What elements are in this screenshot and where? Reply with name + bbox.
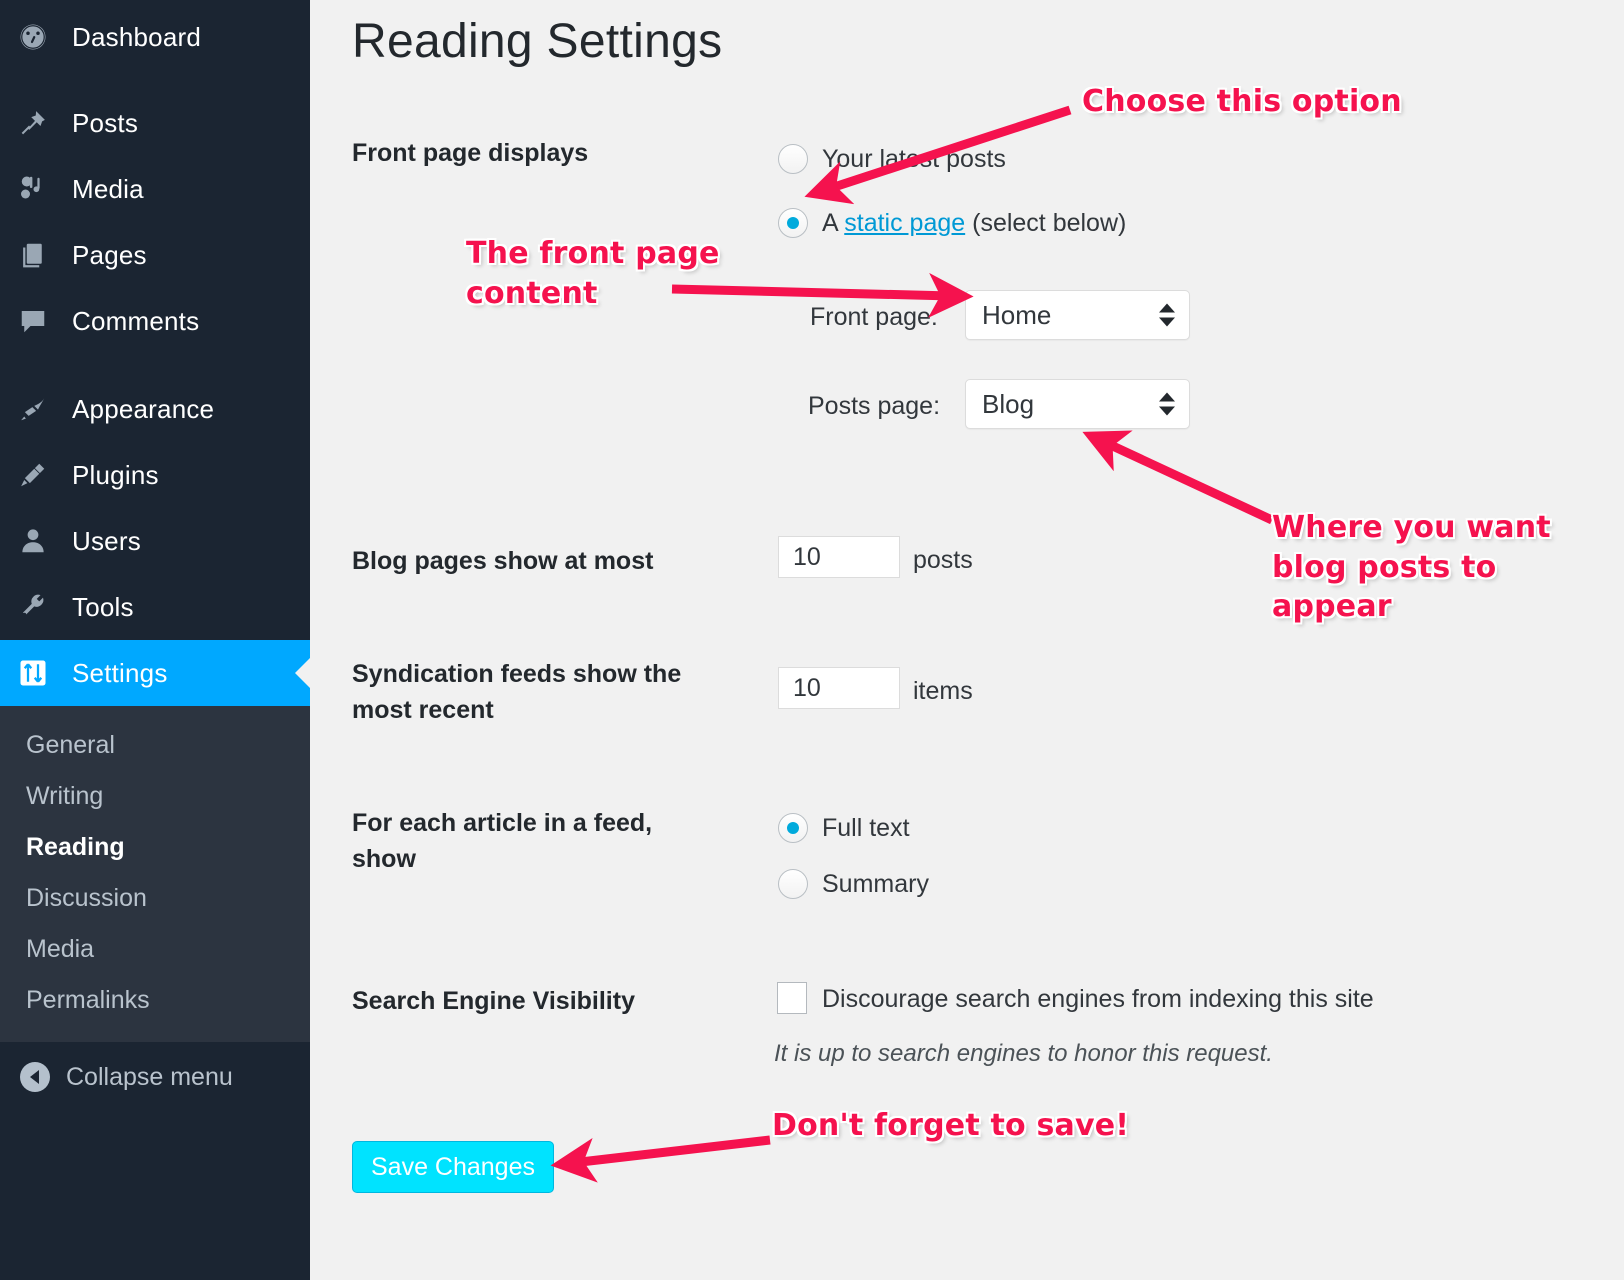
sidebar-item-label: Appearance <box>72 393 215 424</box>
front-page-select-value: Home <box>982 299 1052 330</box>
sidebar-item-media[interactable]: Media <box>0 156 310 222</box>
sidebar-item-tools[interactable]: Tools <box>0 574 310 640</box>
sidebar-item-pages[interactable]: Pages <box>0 222 310 288</box>
annotation-line: blog posts to <box>1272 549 1497 585</box>
blog-pages-unit: posts <box>913 546 973 574</box>
sidebar-item-label: Comments <box>72 305 200 336</box>
save-changes-label: Save Changes <box>370 1152 535 1181</box>
dashboard-icon <box>18 22 62 52</box>
search-engine-visibility-hint: It is up to search engines to honor this… <box>774 1040 1273 1067</box>
sidebar-item-label: Tools <box>72 591 134 622</box>
annotation-line: The front page <box>466 236 720 271</box>
submenu-item-reading[interactable]: Reading <box>0 822 310 873</box>
sidebar-item-appearance[interactable]: Appearance <box>0 376 310 442</box>
radio-full-text[interactable] <box>778 813 808 843</box>
sidebar-item-label: Settings <box>72 657 168 688</box>
static-page-link[interactable]: static page <box>844 209 965 237</box>
submenu-item-discussion[interactable]: Discussion <box>0 873 310 924</box>
sidebar-item-label: Pages <box>72 239 147 270</box>
radio-static-page-label: A static page (select below) <box>822 207 1126 240</box>
posts-page-select-label: Posts page: <box>808 392 941 420</box>
radio-summary-label: Summary <box>822 870 929 898</box>
posts-page-select-value: Blog <box>982 388 1035 419</box>
page-title: Reading Settings <box>352 15 723 68</box>
discourage-search-engines-label: Discourage search engines from indexing … <box>822 985 1374 1013</box>
chevron-updown-icon <box>1159 303 1175 327</box>
submenu-item-permalinks[interactable]: Permalinks <box>0 975 310 1026</box>
media-icon <box>18 174 62 204</box>
sidebar-item-posts[interactable]: Posts <box>0 90 310 156</box>
pages-icon <box>18 240 62 270</box>
reading-settings-screen: Dashboard Posts Media Pages Comments App… <box>0 0 1624 1280</box>
user-icon <box>18 526 62 556</box>
annotation-choose-option: Choose this option <box>1082 84 1402 119</box>
front-page-select[interactable]: Home <box>965 290 1190 340</box>
blog-pages-input[interactable]: 10 <box>778 536 900 578</box>
annotation-line: Where you want <box>1272 510 1551 545</box>
sidebar-item-label: Posts <box>72 107 139 138</box>
discourage-search-engines-checkbox[interactable] <box>777 982 807 1014</box>
annotation-line: appear <box>1272 589 1392 625</box>
save-changes-button[interactable]: Save Changes <box>352 1141 554 1193</box>
sidebar-item-settings[interactable]: Settings <box>0 640 311 706</box>
paintbrush-icon <box>18 394 62 424</box>
sidebar-divider <box>0 70 310 90</box>
annotation-front-page-content: The front page content <box>466 234 720 313</box>
sidebar-item-label: Users <box>72 525 141 556</box>
submenu-item-writing[interactable]: Writing <box>0 771 310 822</box>
blog-pages-value: 10 <box>793 542 821 571</box>
chevron-updown-icon <box>1159 392 1175 416</box>
annotation-blog-posts-location: Where you want blog posts to appear <box>1272 508 1551 627</box>
syndication-feeds-value: 10 <box>793 673 821 702</box>
main-content: Reading Settings Front page displays You… <box>310 0 1624 1280</box>
sidebar-item-label: Plugins <box>72 459 159 490</box>
sidebar-item-plugins[interactable]: Plugins <box>0 442 310 508</box>
collapse-menu-button[interactable]: Collapse menu <box>0 1042 310 1112</box>
sidebar-item-dashboard[interactable]: Dashboard <box>0 4 310 70</box>
static-page-suffix: (select below) <box>965 209 1127 237</box>
syndication-feeds-label: Syndication feeds show the most recent <box>352 660 682 724</box>
radio-full-text-label: Full text <box>822 814 910 842</box>
plug-icon <box>18 460 62 490</box>
radio-latest-posts[interactable] <box>778 144 808 174</box>
sidebar-item-label: Media <box>72 173 144 204</box>
sidebar-item-comments[interactable]: Comments <box>0 288 310 354</box>
submenu-item-media[interactable]: Media <box>0 924 310 975</box>
comment-icon <box>18 306 62 336</box>
sidebar-item-users[interactable]: Users <box>0 508 310 574</box>
settings-submenu: General Writing Reading Discussion Media… <box>0 706 310 1042</box>
current-item-pointer <box>295 657 311 689</box>
front-page-displays-label: Front page displays <box>352 139 589 167</box>
radio-latest-posts-label: Your latest posts <box>822 145 1006 173</box>
static-page-prefix: A <box>822 209 845 237</box>
syndication-feeds-unit: items <box>913 677 973 705</box>
blog-pages-label: Blog pages show at most <box>352 547 654 575</box>
annotation-save-reminder: Don't forget to save! <box>772 1108 1130 1143</box>
collapse-menu-label: Collapse menu <box>66 1062 233 1091</box>
syndication-feeds-input[interactable]: 10 <box>778 667 900 709</box>
settings-sliders-icon <box>18 658 62 688</box>
pin-icon <box>18 108 62 138</box>
submenu-item-general[interactable]: General <box>0 720 310 771</box>
collapse-arrow-icon <box>20 1062 50 1092</box>
front-page-select-label: Front page: <box>810 303 938 331</box>
feed-article-label: For each article in a feed, show <box>352 809 653 873</box>
search-engine-visibility-label: Search Engine Visibility <box>352 987 635 1015</box>
posts-page-select[interactable]: Blog <box>965 379 1190 429</box>
radio-summary[interactable] <box>778 869 808 899</box>
sidebar-item-label: Dashboard <box>72 21 201 52</box>
wrench-icon <box>18 592 62 622</box>
radio-static-page[interactable] <box>778 208 808 238</box>
annotation-line: content <box>466 275 598 311</box>
sidebar-divider <box>0 354 310 376</box>
admin-sidebar: Dashboard Posts Media Pages Comments App… <box>0 0 311 1280</box>
